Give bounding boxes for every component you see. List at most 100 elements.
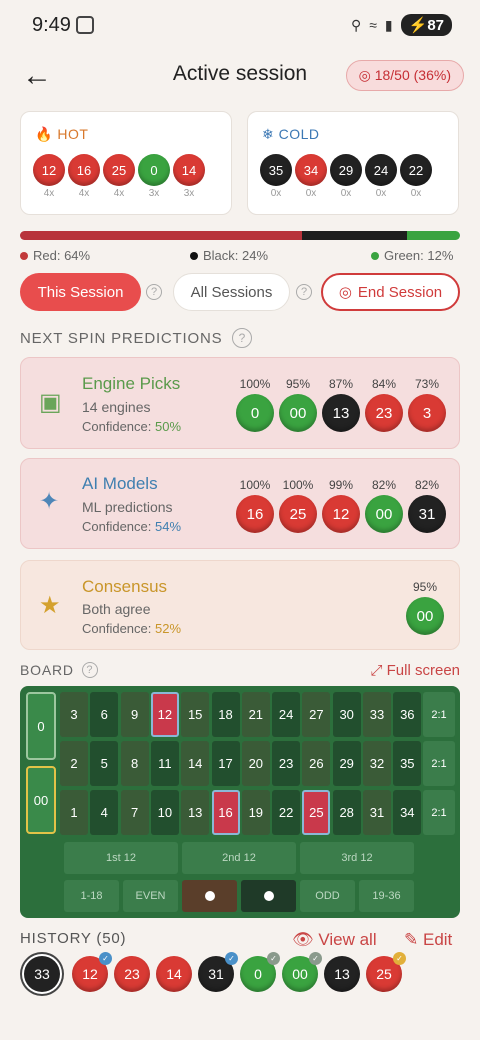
- edit-link[interactable]: ✎ Edit: [404, 930, 452, 950]
- prediction-ball[interactable]: 31: [408, 495, 446, 533]
- outside-bet-cell[interactable]: ODD: [300, 880, 355, 912]
- number-cell[interactable]: 13: [181, 790, 210, 835]
- number-cell[interactable]: 28: [332, 790, 361, 835]
- column-bet-cell[interactable]: 2:1: [423, 741, 455, 786]
- number-cell[interactable]: 4: [90, 790, 119, 835]
- column-bet-cell[interactable]: 2:1: [423, 692, 455, 737]
- black-bet-cell[interactable]: [241, 880, 296, 912]
- prediction-ball[interactable]: 16: [236, 495, 274, 533]
- number-cell[interactable]: 11: [150, 741, 179, 786]
- history-ball[interactable]: 33: [24, 956, 60, 992]
- hit-count: 0x: [375, 188, 387, 199]
- outside-bet-cell[interactable]: 1-18: [64, 880, 119, 912]
- help-icon[interactable]: ?: [232, 328, 253, 348]
- number-cell[interactable]: 2: [60, 741, 88, 786]
- number-cell[interactable]: 19: [241, 790, 270, 835]
- number-ball[interactable]: 0: [138, 154, 170, 186]
- number-cell[interactable]: 33: [363, 692, 391, 737]
- help-icon[interactable]: ?: [146, 284, 162, 300]
- view-all-link[interactable]: 👁 View all: [292, 930, 377, 950]
- number-cell[interactable]: 3: [60, 692, 88, 737]
- this-session-button[interactable]: This Session: [20, 273, 141, 311]
- dozen-cell[interactable]: 3rd 12: [300, 842, 414, 874]
- prediction-item: 82% 31: [408, 478, 446, 533]
- prediction-ball[interactable]: 12: [322, 495, 360, 533]
- number-ball[interactable]: 35: [260, 154, 292, 186]
- fullscreen-label: Full screen: [386, 662, 460, 679]
- back-arrow-icon[interactable]: ←: [22, 61, 52, 91]
- number-cell[interactable]: 17: [211, 741, 240, 786]
- history-ball[interactable]: 13: [324, 956, 360, 992]
- column-bet-cell[interactable]: 2:1: [423, 790, 455, 835]
- history-ball[interactable]: 14: [156, 956, 192, 992]
- all-sessions-button[interactable]: All Sessions: [173, 273, 290, 311]
- number-cell[interactable]: 29: [332, 741, 361, 786]
- number-cell[interactable]: 21: [241, 692, 270, 737]
- help-icon[interactable]: ?: [81, 662, 98, 678]
- number-ball[interactable]: 16: [68, 154, 100, 186]
- check-badge-icon: ✓: [267, 952, 280, 965]
- number-cell[interactable]: 24: [272, 692, 301, 737]
- prediction-ball[interactable]: 23: [365, 394, 403, 432]
- number-cell[interactable]: 5: [90, 741, 119, 786]
- ai-models-card[interactable]: ✦ AI Models ML predictions Confidence: 5…: [20, 458, 460, 549]
- prediction-ball[interactable]: 25: [279, 495, 317, 533]
- number-ball[interactable]: 24: [365, 154, 397, 186]
- dozen-cell[interactable]: 2nd 12: [182, 842, 296, 874]
- number-cell[interactable]: 1: [60, 790, 88, 835]
- number-ball[interactable]: 34: [295, 154, 327, 186]
- chip-icon: ▣: [39, 389, 62, 416]
- red-bet-cell[interactable]: [182, 880, 237, 912]
- number-cell[interactable]: 7: [120, 790, 149, 835]
- number-cell[interactable]: 10: [150, 790, 179, 835]
- number-ball[interactable]: 22: [400, 154, 432, 186]
- prediction-ball[interactable]: 13: [322, 394, 360, 432]
- zero-cell[interactable]: 0: [26, 692, 56, 760]
- prediction-ball[interactable]: 00: [365, 495, 403, 533]
- history-ball[interactable]: 23: [114, 956, 150, 992]
- number-cell[interactable]: 14: [181, 741, 210, 786]
- history-ball[interactable]: 31 ✓: [198, 952, 238, 992]
- outside-bet-cell[interactable]: 19-36: [359, 880, 414, 912]
- dozen-cell[interactable]: 1st 12: [64, 842, 178, 874]
- engine-picks-card[interactable]: ▣ Engine Picks 14 engines Confidence: 50…: [20, 357, 460, 449]
- number-cell[interactable]: 15: [181, 692, 210, 737]
- fullscreen-link[interactable]: ⤢ Full screen: [370, 662, 460, 679]
- history-ball[interactable]: 00 ✓: [282, 952, 322, 992]
- number-cell[interactable]: 35: [393, 741, 422, 786]
- number-cell[interactable]: 8: [120, 741, 149, 786]
- number-cell[interactable]: 18: [211, 692, 240, 737]
- history-ball[interactable]: 12 ✓: [72, 952, 112, 992]
- prediction-ball[interactable]: 3: [408, 394, 446, 432]
- number-cell[interactable]: 16: [211, 790, 240, 835]
- number-cell[interactable]: 9: [120, 692, 149, 737]
- number-ball[interactable]: 25: [103, 154, 135, 186]
- prediction-ball[interactable]: 00: [406, 597, 444, 635]
- number-ball[interactable]: 12: [33, 154, 65, 186]
- double-zero-cell[interactable]: 00: [26, 766, 56, 834]
- number-cell[interactable]: 6: [90, 692, 119, 737]
- number-cell[interactable]: 32: [363, 741, 391, 786]
- history-ball[interactable]: 25 ✓: [366, 952, 406, 992]
- number-cell[interactable]: 12: [150, 692, 179, 737]
- number-cell[interactable]: 36: [393, 692, 422, 737]
- prediction-ball[interactable]: 00: [279, 394, 317, 432]
- number-cell[interactable]: 22: [272, 790, 301, 835]
- number-cell[interactable]: 20: [241, 741, 270, 786]
- number-cell[interactable]: 31: [363, 790, 391, 835]
- number-cell[interactable]: 30: [332, 692, 361, 737]
- number-cell[interactable]: 27: [302, 692, 331, 737]
- accuracy-badge[interactable]: ◎ 18/50 (36%): [345, 60, 464, 91]
- number-cell[interactable]: 23: [272, 741, 301, 786]
- number-cell[interactable]: 26: [302, 741, 331, 786]
- history-ball[interactable]: 0 ✓: [240, 952, 280, 992]
- number-ball[interactable]: 14: [173, 154, 205, 186]
- prediction-ball[interactable]: 0: [236, 394, 274, 432]
- number-cell[interactable]: 34: [393, 790, 422, 835]
- help-icon[interactable]: ?: [296, 284, 312, 300]
- outside-bet-cell[interactable]: EVEN: [123, 880, 178, 912]
- number-ball[interactable]: 29: [330, 154, 362, 186]
- consensus-card[interactable]: ★ Consensus Both agree Confidence: 52% 9…: [20, 560, 460, 650]
- end-session-button[interactable]: ◎ End Session: [321, 273, 460, 311]
- number-cell[interactable]: 25: [302, 790, 331, 835]
